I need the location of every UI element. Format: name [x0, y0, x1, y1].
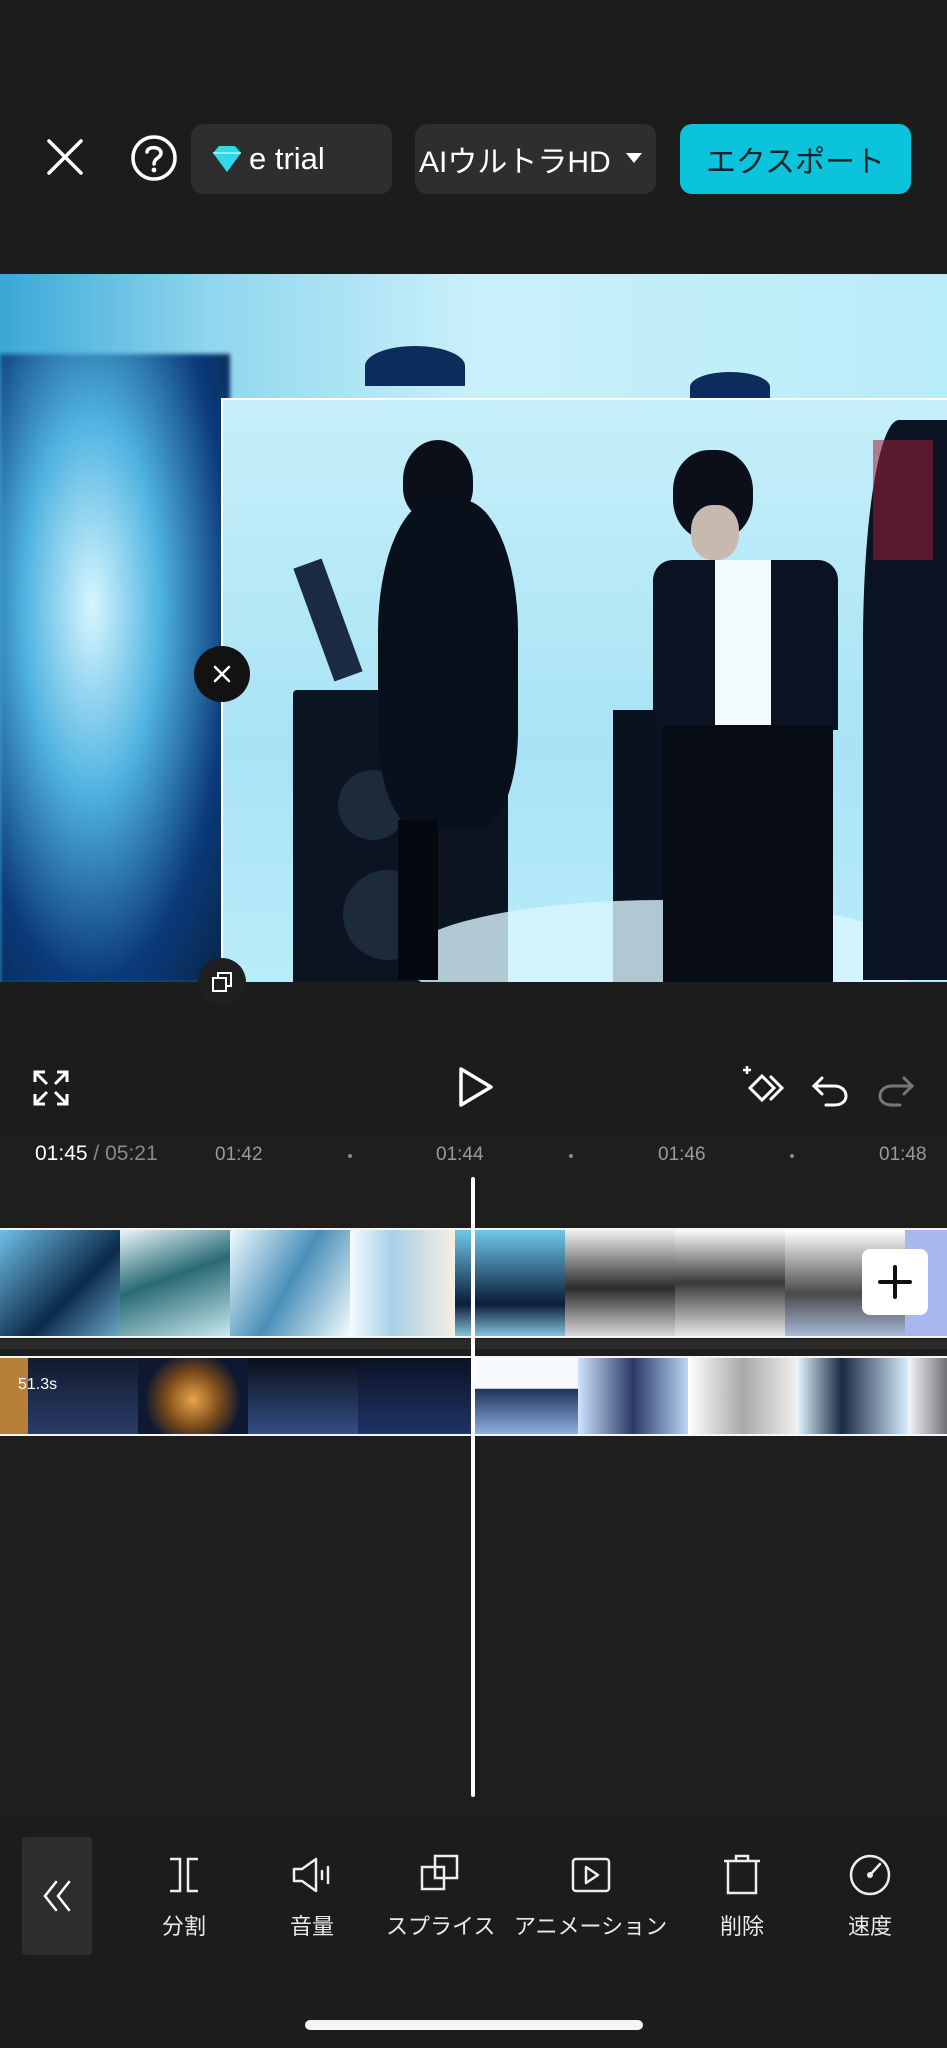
clip-thumbnail — [230, 1230, 350, 1336]
overlay-thumbnail — [28, 1358, 138, 1434]
performer-shirt — [715, 560, 771, 730]
home-indicator[interactable] — [305, 2020, 643, 2030]
speed-icon — [849, 1854, 891, 1896]
time-tick: 01:46 — [658, 1144, 706, 1165]
free-trial-button[interactable]: e trial — [191, 124, 392, 194]
resolution-dropdown[interactable]: AIウルトラHD — [415, 124, 656, 194]
overlay-thumbnail — [798, 1358, 908, 1434]
collapse-toolbar-button[interactable] — [22, 1837, 92, 1955]
performer-leg — [398, 820, 438, 980]
keyframe-add-icon[interactable] — [740, 1066, 788, 1110]
clip-thumbnail — [120, 1230, 230, 1336]
splice-tool[interactable]: スプライス — [386, 1851, 495, 1941]
splice-icon — [420, 1854, 458, 1891]
export-button[interactable]: エクスポート — [680, 124, 911, 194]
tick-dot — [569, 1154, 573, 1158]
split-label: 分割 — [161, 1914, 206, 1939]
overlay-thumbnail — [0, 1358, 28, 1434]
edit-toolbar: 分割 音量 スプライス アニメーション 削除 速度 — [0, 1817, 947, 1977]
guitar-neck — [293, 558, 363, 682]
split-icon — [170, 1857, 198, 1893]
current-time: 01:45 — [35, 1142, 88, 1165]
playhead[interactable] — [471, 1177, 475, 1797]
performer-face — [691, 505, 739, 560]
total-time: 05:21 — [105, 1142, 158, 1165]
help-button[interactable] — [128, 132, 180, 184]
tick-dot — [790, 1154, 794, 1158]
close-button[interactable] — [38, 130, 92, 184]
add-clip-button[interactable] — [862, 1249, 928, 1315]
speed-label: 速度 — [847, 1914, 892, 1939]
delete-label: 削除 — [719, 1914, 764, 1939]
clip-thumbnail — [0, 1230, 120, 1336]
volume-tool[interactable]: 音量 — [288, 1851, 336, 1941]
plus-icon — [878, 1265, 912, 1299]
animation-tool[interactable]: アニメーション — [514, 1851, 667, 1941]
fullscreen-icon[interactable] — [32, 1069, 70, 1107]
clip-thumbnail — [675, 1230, 785, 1336]
clip-thumbnail — [565, 1230, 675, 1336]
gem-icon — [207, 139, 247, 179]
clip-thumbnail — [350, 1230, 455, 1336]
duplicate-overlay-button[interactable] — [198, 958, 246, 1006]
delete-icon — [724, 1854, 760, 1895]
close-icon — [47, 139, 83, 175]
splice-label: スプライス — [386, 1914, 496, 1939]
delete-tool[interactable]: 削除 — [718, 1851, 766, 1941]
resolution-label: AIウルトラHD — [419, 146, 611, 179]
trial-label: e trial — [249, 141, 325, 176]
speed-tool[interactable]: 速度 — [846, 1851, 894, 1941]
chevron-down-icon — [626, 153, 642, 163]
performer-legs — [663, 725, 833, 982]
copy-icon — [212, 972, 232, 992]
volume-icon — [292, 1857, 330, 1893]
split-tool[interactable]: 分割 — [160, 1851, 208, 1941]
time-tick: 01:48 — [879, 1144, 927, 1165]
video-preview[interactable] — [0, 274, 947, 982]
overlay-thumbnail — [138, 1358, 248, 1434]
time-tick: 01:44 — [436, 1144, 484, 1165]
overlay-thumbnail — [358, 1358, 473, 1434]
undo-icon[interactable] — [810, 1070, 850, 1108]
performer-body — [378, 500, 518, 830]
overlay-thumbnail — [248, 1358, 358, 1434]
overlay-thumbnail — [688, 1358, 798, 1434]
animation-icon — [571, 1857, 610, 1893]
performer-hair — [873, 440, 933, 560]
overlay-thumbnail — [578, 1358, 688, 1434]
remove-overlay-button[interactable] — [194, 646, 250, 702]
time-separator: / — [93, 1142, 100, 1165]
animation-label: アニメーション — [514, 1914, 668, 1939]
overlay-thumbnail — [908, 1358, 947, 1434]
background-clip-figure — [365, 346, 465, 386]
playback-controls — [0, 1052, 947, 1122]
overlay-duration-badge: 51.3s — [18, 1376, 58, 1393]
double-chevron-left-icon — [43, 1880, 71, 1912]
help-icon — [131, 135, 177, 181]
top-bar: e trial AIウルトラHD エクスポート — [0, 0, 947, 274]
overlay-thumbnail — [473, 1358, 578, 1434]
overlay-clip-preview[interactable] — [221, 398, 947, 982]
play-icon[interactable] — [455, 1066, 495, 1108]
time-tick: 01:42 — [215, 1144, 263, 1165]
close-icon — [213, 665, 231, 683]
tick-dot — [348, 1154, 352, 1158]
volume-label: 音量 — [289, 1914, 334, 1939]
redo-icon[interactable] — [876, 1070, 916, 1108]
timecode: 01:45 / 05:21 — [35, 1142, 158, 1166]
